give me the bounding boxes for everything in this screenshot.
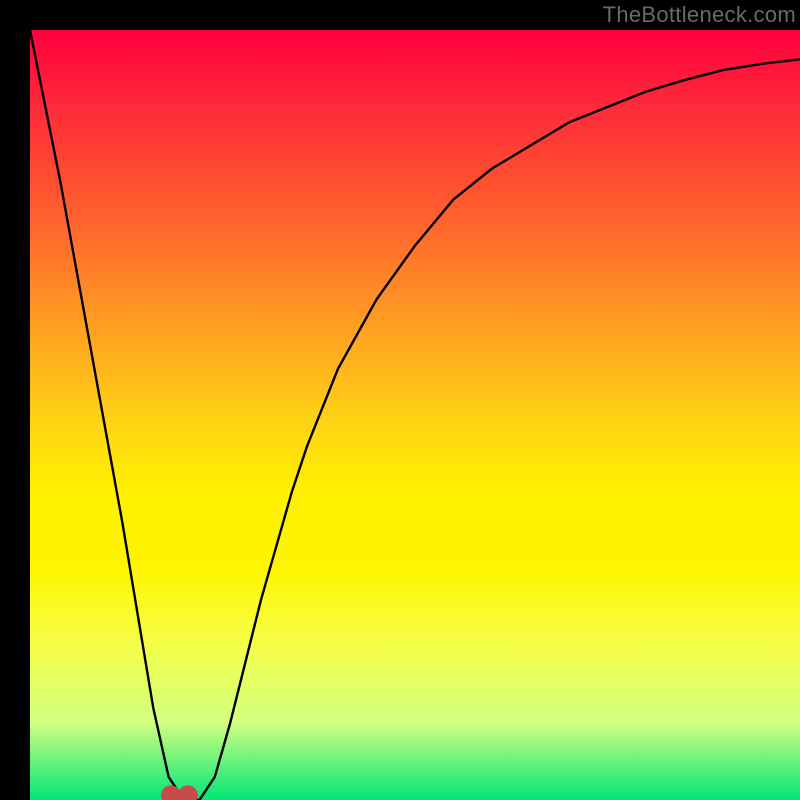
chart-svg xyxy=(0,0,800,800)
curve-line xyxy=(30,30,800,800)
marker-point xyxy=(178,785,198,800)
chart-frame: TheBottleneck.com xyxy=(0,0,800,800)
marker-point xyxy=(161,785,181,800)
